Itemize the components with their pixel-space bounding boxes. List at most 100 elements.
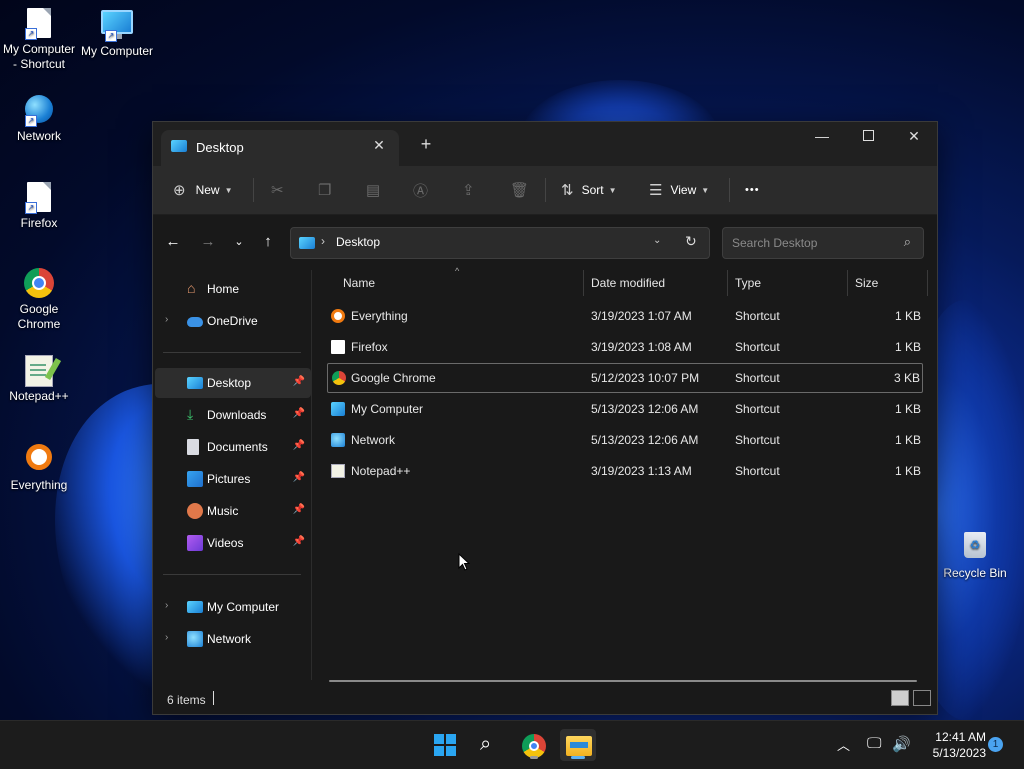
expand-chevron-icon[interactable]: › (165, 632, 168, 643)
desktop-icon-firefox[interactable]: ↗ Firefox (1, 182, 77, 231)
network-status-icon[interactable]: 🖵 (867, 735, 881, 752)
nav-item-onedrive[interactable]: › OneDrive (155, 306, 311, 336)
sort-button-label: Sort (581, 183, 604, 197)
file-size: 1 KB (894, 340, 921, 354)
show-hidden-icons-chevron-icon[interactable]: ︿ (837, 735, 850, 754)
nav-item-desktop[interactable]: Desktop 📌 (155, 368, 311, 398)
column-header-row: ^ Name Date modified Type Size (327, 266, 929, 298)
pin-icon[interactable]: 📌 (293, 504, 305, 515)
nav-divider (163, 574, 301, 575)
file-name: Google Chrome (351, 371, 436, 385)
shortcut-file-icon: ↗ (23, 182, 55, 214)
desktop-icon-notepadpp[interactable]: Notepad++ (1, 355, 77, 404)
search-input[interactable]: Search Desktop ⌕ (722, 227, 924, 259)
paste-button[interactable]: ▤ (366, 176, 380, 204)
refresh-icon[interactable]: ↻ (685, 233, 697, 250)
recent-locations-button[interactable]: ⌄ (228, 235, 250, 248)
pin-icon[interactable]: 📌 (293, 408, 305, 419)
details-view-button[interactable] (891, 690, 909, 706)
desktop-icon-label: Recycle Bin (943, 566, 1007, 580)
computer-icon (331, 402, 345, 416)
desktop-icon-my-computer-shortcut[interactable]: ↗ My Computer - Shortcut (1, 8, 77, 72)
column-header-name[interactable]: Name (343, 276, 375, 290)
taskbar-clock[interactable]: 12:41 AM 5/13/2023 (918, 729, 986, 761)
pin-icon[interactable]: 📌 (293, 376, 305, 387)
nav-item-videos[interactable]: Videos 📌 (155, 528, 311, 558)
network-icon (331, 433, 345, 447)
file-row[interactable]: Firefox 3/19/2023 1:08 AM Shortcut 1 KB (327, 333, 923, 361)
close-tab-icon[interactable]: ✕ (369, 137, 389, 154)
close-window-button[interactable]: ✕ (891, 122, 937, 152)
view-button[interactable]: ☰ View ▼ (649, 176, 709, 204)
share-button[interactable]: ⇪ (462, 176, 475, 204)
minimize-button[interactable]: — (799, 122, 845, 152)
taskbar-file-explorer[interactable] (560, 729, 596, 761)
pin-icon[interactable]: 📌 (293, 440, 305, 451)
copy-icon: ❐ (318, 182, 332, 199)
file-type: Shortcut (735, 433, 780, 447)
file-row[interactable]: Network 5/13/2023 12:06 AM Shortcut 1 KB (327, 426, 923, 454)
maximize-button[interactable] (845, 122, 891, 152)
file-type: Shortcut (735, 340, 780, 354)
desktop-icon-my-computer[interactable]: ↗ My Computer (79, 8, 155, 59)
title-bar[interactable]: Desktop ✕ + — ✕ (153, 122, 937, 166)
column-header-type[interactable]: Type (735, 276, 761, 290)
column-resize-handle[interactable] (727, 270, 728, 296)
pin-icon[interactable]: 📌 (293, 472, 305, 483)
sort-button[interactable]: ⇅ Sort ▼ (561, 176, 617, 204)
new-button[interactable]: ⊕ New ▼ (173, 176, 233, 204)
file-row[interactable]: Everything 3/19/2023 1:07 AM Shortcut 1 … (327, 302, 923, 330)
everything-icon (23, 444, 55, 476)
taskbar-chrome[interactable] (516, 729, 552, 761)
desktop-icon-google-chrome[interactable]: Google Chrome (1, 268, 77, 332)
copy-button[interactable]: ❐ (318, 176, 331, 204)
nav-item-downloads[interactable]: ⤓ Downloads 📌 (155, 400, 311, 430)
nav-item-music[interactable]: Music 📌 (155, 496, 311, 526)
pictures-icon (187, 471, 203, 487)
rename-button[interactable]: Ⓐ (413, 176, 428, 204)
file-row[interactable]: Notepad++ 3/19/2023 1:13 AM Shortcut 1 K… (327, 457, 923, 485)
column-header-size[interactable]: Size (855, 276, 878, 290)
notification-badge[interactable]: 1 (988, 737, 1003, 752)
nav-item-home[interactable]: ⌂ Home (155, 274, 311, 304)
more-options-button[interactable]: ••• (745, 176, 760, 204)
scissors-icon: ✂ (271, 182, 284, 199)
nav-item-documents[interactable]: Documents 📌 (155, 432, 311, 462)
column-header-date[interactable]: Date modified (591, 276, 665, 290)
file-row-selected[interactable]: Google Chrome 5/12/2023 10:07 PM Shortcu… (327, 363, 923, 393)
expand-chevron-icon[interactable]: › (165, 600, 168, 611)
delete-button[interactable]: 🗑 (510, 176, 529, 204)
address-bar[interactable]: › Desktop ⌄ ↻ (290, 227, 710, 259)
tiles-view-button[interactable] (913, 690, 931, 706)
cut-button[interactable]: ✂ (271, 176, 284, 204)
desktop-icon-everything[interactable]: Everything (1, 442, 77, 493)
taskbar-search-button[interactable]: ⌕ (472, 729, 508, 761)
desktop-icon-network[interactable]: ↗ Network (1, 95, 77, 144)
nav-item-my-computer[interactable]: › My Computer (155, 592, 311, 622)
back-button[interactable]: ← (162, 233, 184, 250)
tab-label: Desktop (196, 140, 244, 155)
file-row[interactable]: My Computer 5/13/2023 12:06 AM Shortcut … (327, 395, 923, 423)
nav-divider (163, 352, 301, 353)
column-resize-handle[interactable] (847, 270, 848, 296)
breadcrumb-desktop[interactable]: Desktop (336, 235, 380, 249)
desktop-icon-label: Notepad++ (9, 389, 69, 403)
column-resize-handle[interactable] (583, 270, 584, 296)
tab-desktop[interactable]: Desktop ✕ (161, 130, 399, 166)
sort-icon: ⇅ (561, 182, 574, 199)
new-tab-button[interactable]: + (415, 134, 437, 156)
nav-item-pictures[interactable]: Pictures 📌 (155, 464, 311, 494)
nav-item-network[interactable]: › Network (155, 624, 311, 654)
pin-icon[interactable]: 📌 (293, 536, 305, 547)
expand-chevron-icon[interactable]: › (165, 314, 168, 325)
up-button[interactable]: ↑ (257, 233, 279, 250)
volume-icon[interactable]: 🔊 (892, 735, 911, 753)
start-button[interactable] (428, 729, 464, 761)
column-resize-handle[interactable] (927, 270, 928, 296)
more-icon: ••• (745, 184, 760, 196)
pane-splitter[interactable] (311, 270, 312, 680)
forward-button[interactable]: → (197, 233, 219, 250)
chevron-down-icon[interactable]: ⌄ (653, 235, 661, 246)
recycle-bin-icon (959, 532, 991, 564)
desktop-icon-recycle-bin[interactable]: Recycle Bin (937, 530, 1013, 581)
